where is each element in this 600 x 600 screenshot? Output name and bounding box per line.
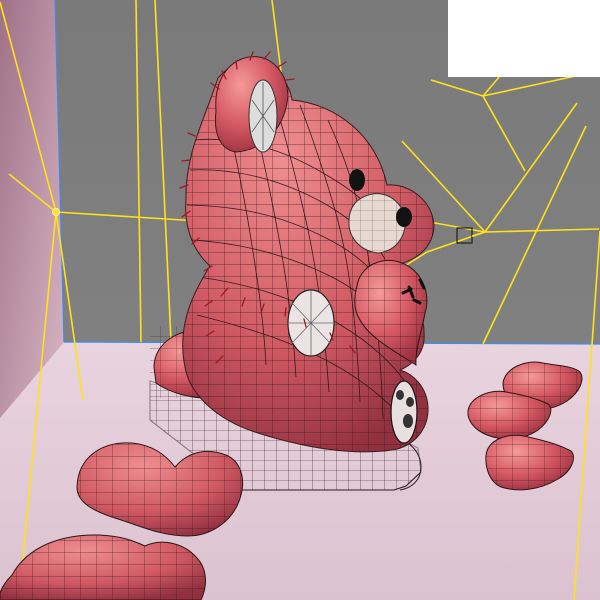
viewport-overlay-panel [448,0,600,77]
light-node-icon[interactable] [52,208,60,216]
bear-eye [349,169,365,191]
bear-foot-pad [390,380,418,444]
bear-nose [396,207,412,227]
scene-canvas[interactable] [0,0,600,600]
bear-chest-patch [287,289,335,357]
3d-viewport[interactable] [0,0,600,600]
